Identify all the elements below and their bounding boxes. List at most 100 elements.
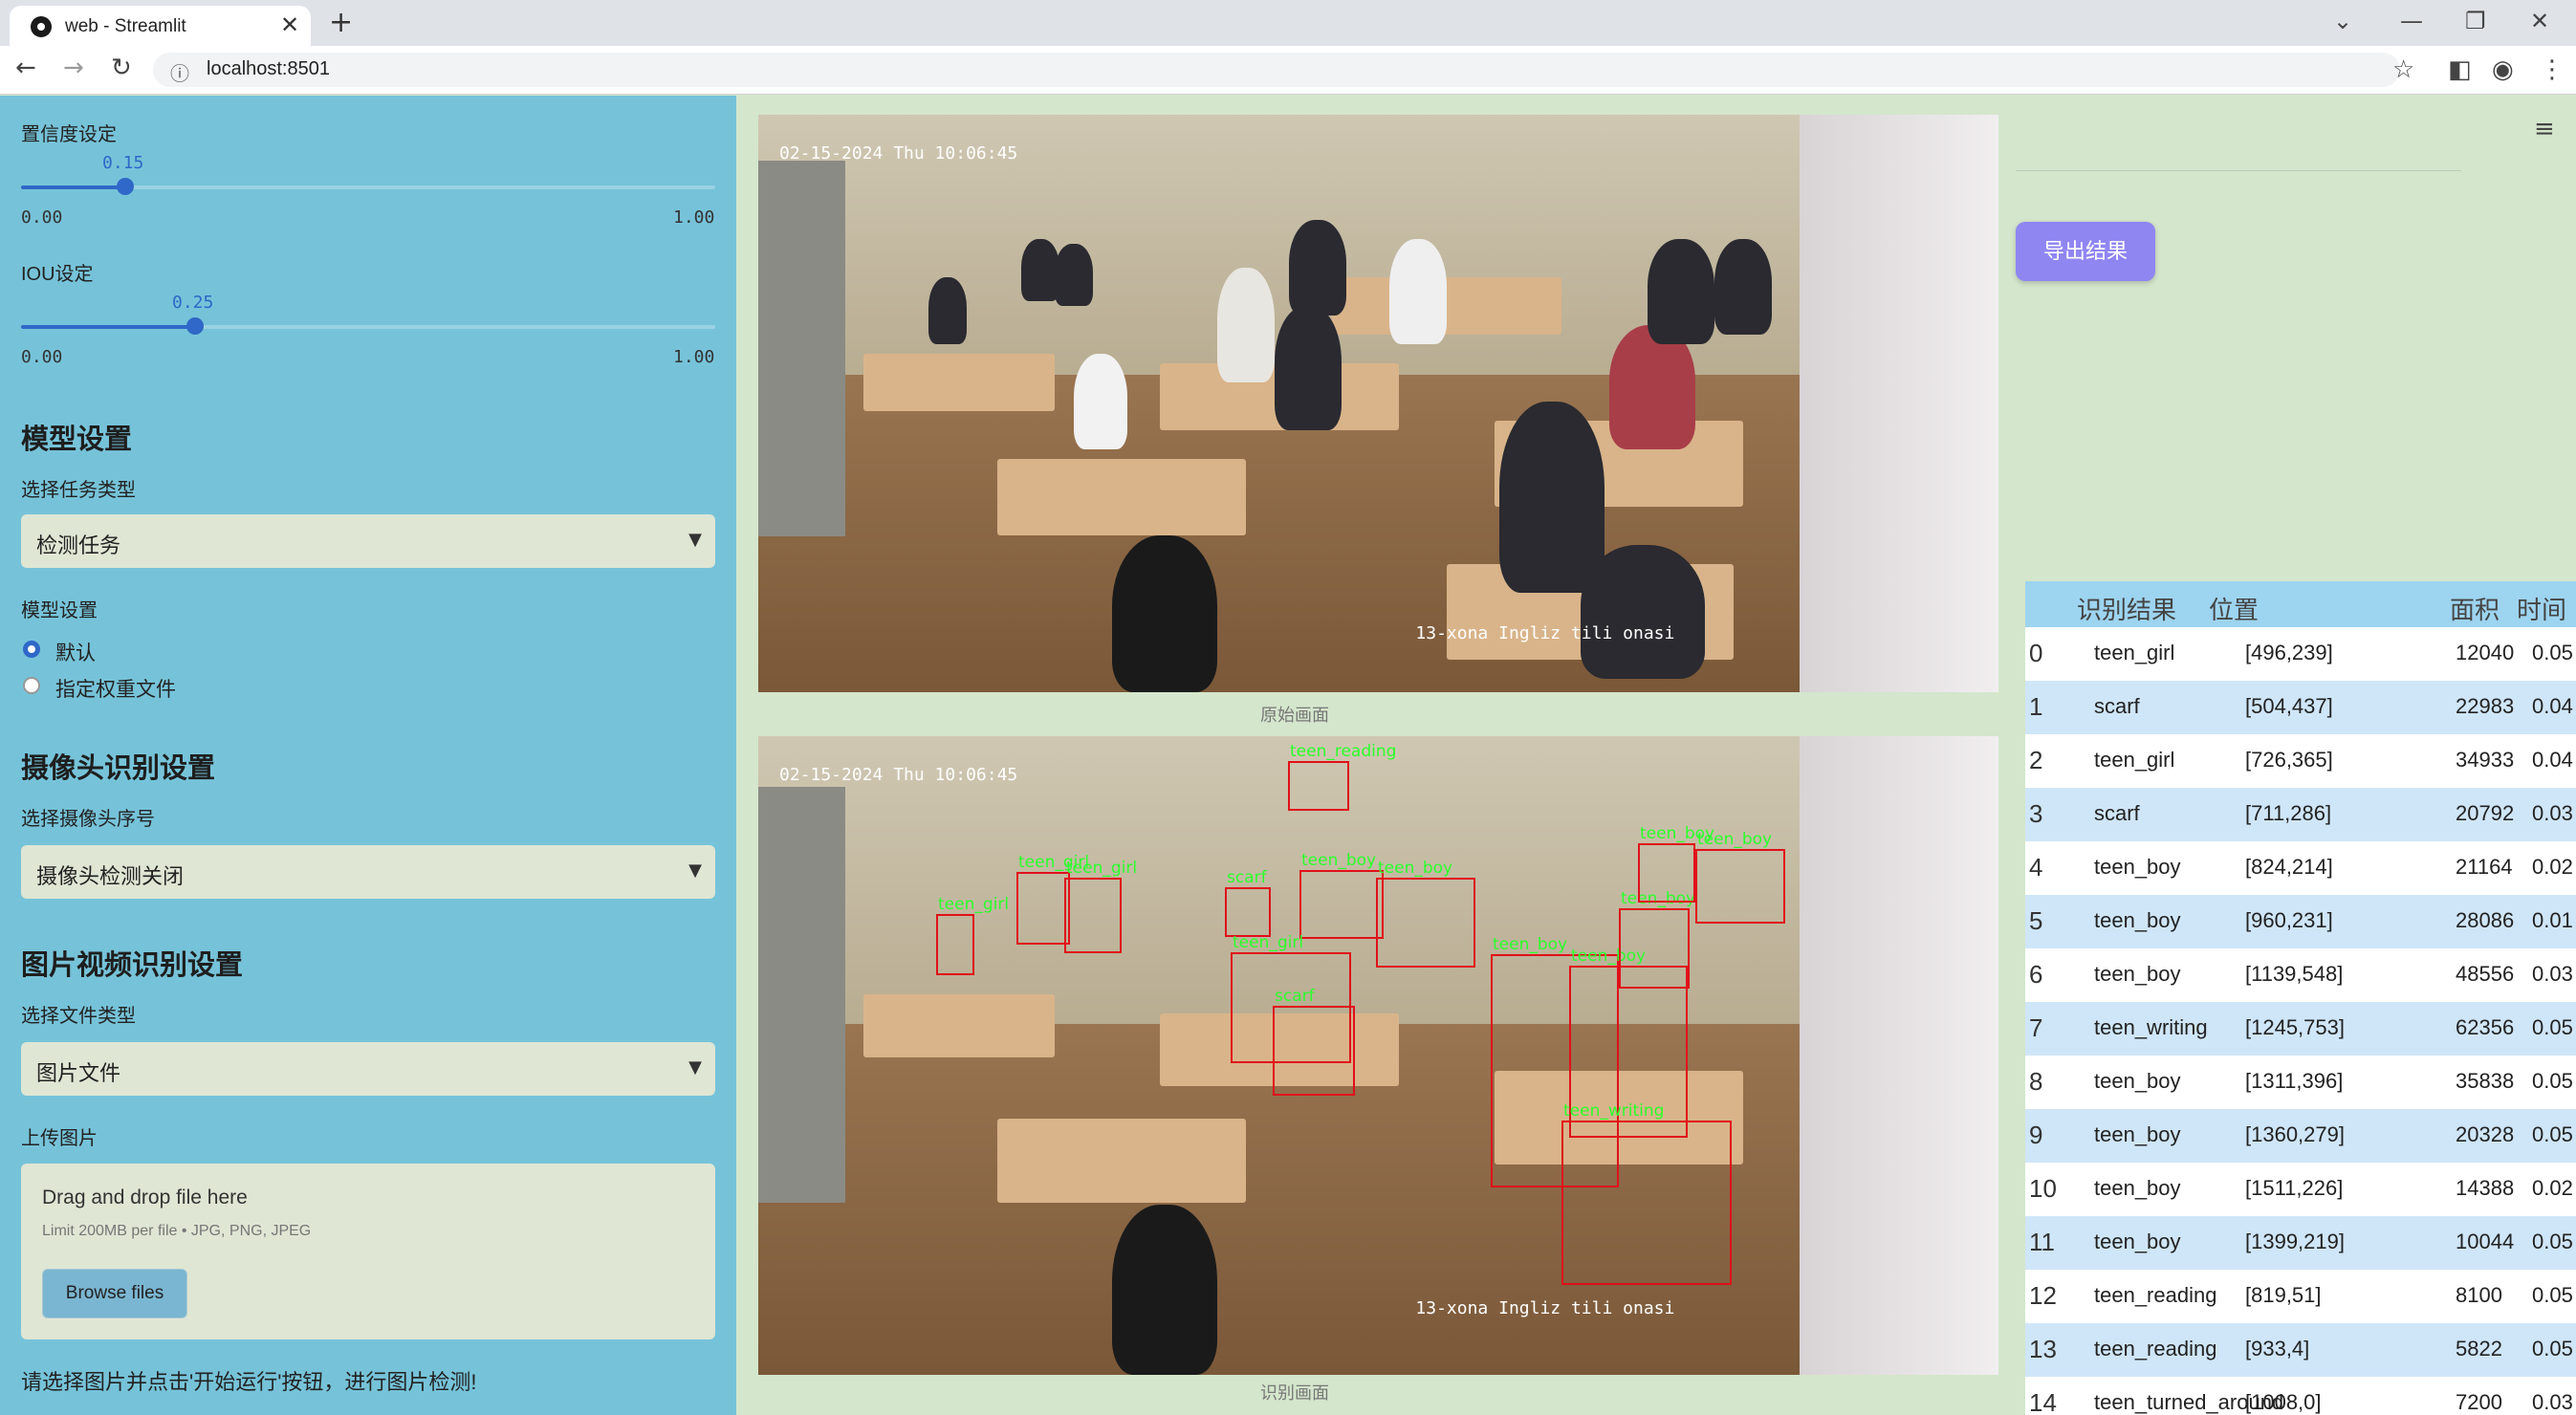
table-row[interactable]: 6 teen_boy [1139,548] 48556 0.03 bbox=[2025, 948, 2576, 1002]
cell-time: 0.05 bbox=[2532, 1337, 2573, 1361]
chevron-down-icon: ▼ bbox=[688, 860, 702, 881]
close-window-icon[interactable]: ✕ bbox=[2530, 8, 2549, 34]
cell-time: 0.04 bbox=[2532, 748, 2573, 772]
col-time[interactable]: 时间 bbox=[2517, 591, 2566, 626]
browser-menu-icon[interactable]: ⋮ bbox=[2540, 55, 2565, 84]
profile-avatar-icon[interactable]: ◉ bbox=[2492, 55, 2514, 84]
detection-box: teen_boy bbox=[1376, 859, 1475, 968]
cell-area: 10044 bbox=[2456, 1230, 2515, 1253]
detection-box: scarf bbox=[1273, 987, 1355, 1096]
tab-search-icon[interactable]: ⌄ bbox=[2333, 8, 2352, 34]
hamburger-menu-icon[interactable]: ≡ bbox=[2534, 115, 2555, 143]
table-row[interactable]: 3 scarf [711,286] 20792 0.03 bbox=[2025, 788, 2576, 841]
tab-title: web - Streamlit bbox=[65, 16, 186, 36]
results-table[interactable]: 识别结果 位置 面积 时间 0 teen_girl [496,239] 12040 0.… bbox=[2025, 581, 2576, 1415]
reload-icon[interactable]: ↻ bbox=[111, 54, 132, 82]
media-section-title: 图片视频识别设置 bbox=[21, 950, 244, 981]
file-dropzone[interactable]: Drag and drop file here Limit 200MB per … bbox=[21, 1164, 715, 1339]
cell-result: teen_boy bbox=[2094, 855, 2181, 879]
scene-student bbox=[928, 277, 967, 344]
video-caption: 13-xona Ingliz tili onasi bbox=[1415, 622, 1675, 643]
cell-time: 0.02 bbox=[2532, 1176, 2573, 1200]
table-row[interactable]: 14 teen_turned_around [1008,0] 7200 0.03 bbox=[2025, 1377, 2576, 1415]
radio-custom-weights-label: 指定权重文件 bbox=[55, 679, 176, 701]
detection-label: teen_reading bbox=[1290, 742, 1397, 761]
camera-select[interactable]: 摄像头检测关闭 ▼ bbox=[21, 845, 715, 899]
back-icon[interactable]: ← bbox=[15, 54, 36, 82]
table-row[interactable]: 7 teen_writing [1245,753] 62356 0.05 bbox=[2025, 1002, 2576, 1056]
cell-area: 28086 bbox=[2456, 908, 2515, 932]
cell-result: scarf bbox=[2094, 694, 2140, 718]
cell-area: 35838 bbox=[2456, 1069, 2515, 1093]
table-row[interactable]: 0 teen_girl [496,239] 12040 0.05 bbox=[2025, 627, 2576, 681]
export-results-button[interactable]: 导出结果 bbox=[2016, 222, 2155, 281]
col-position[interactable]: 位置 bbox=[2209, 591, 2259, 626]
confidence-slider[interactable] bbox=[21, 178, 715, 195]
cell-result: teen_girl bbox=[2094, 641, 2175, 664]
detection-label: teen_boy bbox=[1640, 824, 1715, 843]
table-row[interactable]: 1 scarf [504,437] 22983 0.04 bbox=[2025, 681, 2576, 734]
cell-pos: [933,4] bbox=[2245, 1337, 2310, 1361]
cell-area: 7200 bbox=[2456, 1390, 2502, 1414]
table-row[interactable]: 13 teen_reading [933,4] 5822 0.05 bbox=[2025, 1323, 2576, 1377]
video-caption: 13-xona Ingliz tili onasi bbox=[1415, 1297, 1675, 1318]
cell-idx: 10 bbox=[2029, 1174, 2057, 1203]
cell-area: 34933 bbox=[2456, 748, 2515, 772]
cell-area: 20328 bbox=[2456, 1122, 2515, 1146]
cell-pos: [1360,279] bbox=[2245, 1122, 2345, 1146]
result-caption: 识别画面 bbox=[1260, 1383, 1329, 1403]
detection-label: teen_girl bbox=[1233, 933, 1304, 952]
cell-time: 0.01 bbox=[2532, 908, 2573, 932]
confidence-slider-thumb[interactable] bbox=[116, 178, 134, 195]
detection-box: teen_writing bbox=[1561, 1101, 1732, 1285]
table-row[interactable]: 9 teen_boy [1360,279] 20328 0.05 bbox=[2025, 1109, 2576, 1163]
scene-door bbox=[758, 161, 845, 536]
detection-label: teen_girl bbox=[938, 895, 1010, 914]
file-type-select[interactable]: 图片文件 ▼ bbox=[21, 1042, 715, 1096]
cell-idx: 14 bbox=[2029, 1388, 2057, 1415]
cell-idx: 13 bbox=[2029, 1335, 2057, 1363]
radio-unselected-icon[interactable] bbox=[23, 677, 40, 694]
new-tab-icon[interactable]: + bbox=[329, 6, 353, 39]
cell-result: teen_boy bbox=[2094, 908, 2181, 932]
table-row[interactable]: 10 teen_boy [1511,226] 14388 0.02 bbox=[2025, 1163, 2576, 1216]
radio-selected-icon[interactable] bbox=[23, 641, 40, 658]
iou-slider[interactable] bbox=[21, 317, 715, 335]
scene-student bbox=[1389, 239, 1447, 344]
side-panel-icon[interactable]: ◧ bbox=[2448, 55, 2472, 84]
cell-result: teen_boy bbox=[2094, 1122, 2181, 1146]
minimize-icon[interactable]: — bbox=[2400, 8, 2423, 34]
task-type-label: 选择任务类型 bbox=[21, 480, 136, 501]
bookmark-star-icon[interactable]: ☆ bbox=[2392, 55, 2414, 84]
forward-icon[interactable]: → bbox=[63, 54, 84, 82]
task-type-select[interactable]: 检测任务 ▼ bbox=[21, 514, 715, 568]
detection-box: teen_boy bbox=[1638, 824, 1714, 903]
table-row[interactable]: 2 teen_girl [726,365] 34933 0.04 bbox=[2025, 734, 2576, 788]
table-row[interactable]: 8 teen_boy [1311,396] 35838 0.05 bbox=[2025, 1056, 2576, 1109]
col-area[interactable]: 面积 bbox=[2450, 591, 2500, 626]
iou-slider-thumb[interactable] bbox=[186, 317, 204, 335]
browse-files-button[interactable]: Browse files bbox=[42, 1269, 187, 1318]
confidence-max: 1.00 bbox=[673, 207, 715, 228]
confidence-slider-fill bbox=[21, 185, 125, 189]
table-row[interactable]: 5 teen_boy [960,231] 28086 0.01 bbox=[2025, 895, 2576, 948]
confidence-min: 0.00 bbox=[21, 207, 63, 228]
cell-pos: [1139,548] bbox=[2245, 962, 2344, 986]
address-bar[interactable]: ⓘ localhost:8501 bbox=[153, 53, 2400, 87]
site-info-icon[interactable]: ⓘ bbox=[170, 58, 189, 86]
cell-idx: 7 bbox=[2029, 1013, 2043, 1042]
cell-result: teen_boy bbox=[2094, 1176, 2181, 1200]
url-text[interactable]: localhost:8501 bbox=[207, 58, 330, 80]
file-type-value: 图片文件 bbox=[36, 1061, 121, 1085]
restore-icon[interactable]: ❐ bbox=[2465, 8, 2486, 34]
scene-student bbox=[1275, 306, 1342, 430]
table-row[interactable]: 11 teen_boy [1399,219] 10044 0.05 bbox=[2025, 1216, 2576, 1270]
model-section-title: 模型设置 bbox=[21, 424, 133, 455]
browser-tab[interactable]: web - Streamlit ✕ bbox=[10, 6, 311, 46]
detection-box: teen_reading bbox=[1288, 742, 1396, 811]
table-row[interactable]: 12 teen_reading [819,51] 8100 0.05 bbox=[2025, 1270, 2576, 1323]
close-tab-icon[interactable]: ✕ bbox=[280, 11, 299, 38]
dropzone-title: Drag and drop file here bbox=[42, 1186, 248, 1208]
col-result[interactable]: 识别结果 bbox=[2077, 591, 2176, 626]
table-row[interactable]: 4 teen_boy [824,214] 21164 0.02 bbox=[2025, 841, 2576, 895]
